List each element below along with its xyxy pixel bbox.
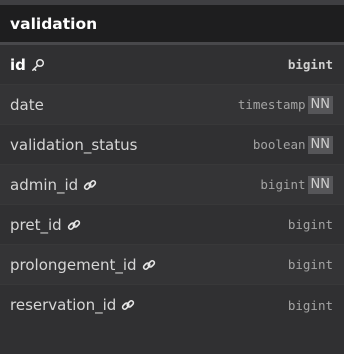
link-icon[interactable] <box>142 258 156 272</box>
key-icon <box>31 58 45 72</box>
column-row-pret-id[interactable]: pret_id bigint <box>0 205 344 245</box>
not-null-badge: NN <box>307 135 333 154</box>
column-name: id <box>10 55 26 74</box>
column-type: bigint <box>287 297 333 313</box>
column-type: bigint <box>260 177 306 192</box>
column-name: pret_id <box>10 215 62 234</box>
column-row-validation-status[interactable]: validation_status boolean NN <box>0 125 344 165</box>
column-name: validation_status <box>10 135 138 154</box>
entity-table-validation[interactable]: validation id bigint date timestamp NN v… <box>0 0 344 354</box>
column-row-reservation-id[interactable]: reservation_id bigint <box>0 285 344 325</box>
column-type: boolean <box>252 137 306 152</box>
column-name: prolongement_id <box>10 255 137 274</box>
column-type: bigint <box>287 257 333 272</box>
table-title: validation <box>10 14 98 33</box>
column-type: bigint <box>287 57 333 72</box>
column-name: reservation_id <box>10 296 117 314</box>
not-null-badge: NN <box>307 175 333 194</box>
column-type: timestamp <box>237 97 306 112</box>
column-row-date[interactable]: date timestamp NN <box>0 85 344 125</box>
column-type: bigint <box>287 217 333 232</box>
link-icon[interactable] <box>67 218 81 232</box>
column-name: date <box>10 95 44 114</box>
not-null-badge: NN <box>307 95 333 114</box>
column-row-admin-id[interactable]: admin_id bigint NN <box>0 165 344 205</box>
column-row-id[interactable]: id bigint <box>0 45 344 85</box>
link-icon[interactable] <box>83 178 97 192</box>
column-row-prolongement-id[interactable]: prolongement_id bigint <box>0 245 344 285</box>
link-icon[interactable] <box>121 298 135 312</box>
table-header[interactable]: validation <box>0 5 344 45</box>
column-name: admin_id <box>10 175 79 194</box>
